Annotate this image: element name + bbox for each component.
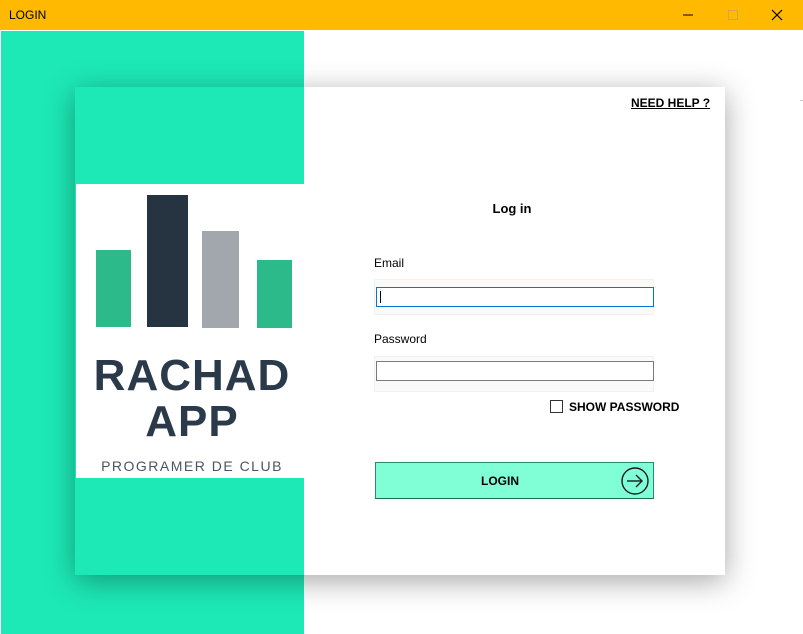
logo-title-line-1: RACHAD bbox=[93, 351, 291, 400]
close-icon bbox=[771, 9, 783, 21]
minimize-icon bbox=[683, 14, 693, 16]
window-title: LOGIN bbox=[9, 8, 47, 22]
title-bar[interactable]: LOGIN bbox=[0, 0, 803, 30]
maximize-icon bbox=[728, 10, 738, 20]
show-password-label[interactable]: SHOW PASSWORD bbox=[569, 400, 679, 414]
email-label: Email bbox=[374, 256, 405, 270]
logo-subtitle: PROGRAMER DE CLUB bbox=[101, 458, 283, 474]
logo-bar-3 bbox=[202, 231, 239, 328]
login-button[interactable]: LOGIN bbox=[375, 462, 654, 499]
minimize-button[interactable] bbox=[665, 0, 711, 30]
logo-title-line-2: APP bbox=[145, 397, 239, 446]
maximize-button bbox=[710, 0, 756, 30]
logo-bar-2 bbox=[147, 195, 188, 327]
show-password-checkbox[interactable] bbox=[550, 400, 563, 413]
arrow-circle-right-icon bbox=[621, 467, 649, 495]
email-field[interactable] bbox=[376, 287, 654, 307]
text-caret bbox=[380, 291, 381, 303]
form-title: Log in bbox=[492, 201, 532, 216]
login-card-form-side bbox=[304, 87, 725, 575]
need-help-link[interactable]: NEED HELP ? bbox=[631, 96, 710, 110]
login-button-label: LOGIN bbox=[481, 474, 519, 488]
password-label: Password bbox=[374, 332, 427, 346]
logo-bar-4 bbox=[257, 260, 292, 328]
close-button[interactable] bbox=[754, 0, 800, 30]
logo-bar-1 bbox=[96, 250, 131, 327]
password-field[interactable] bbox=[376, 361, 654, 381]
